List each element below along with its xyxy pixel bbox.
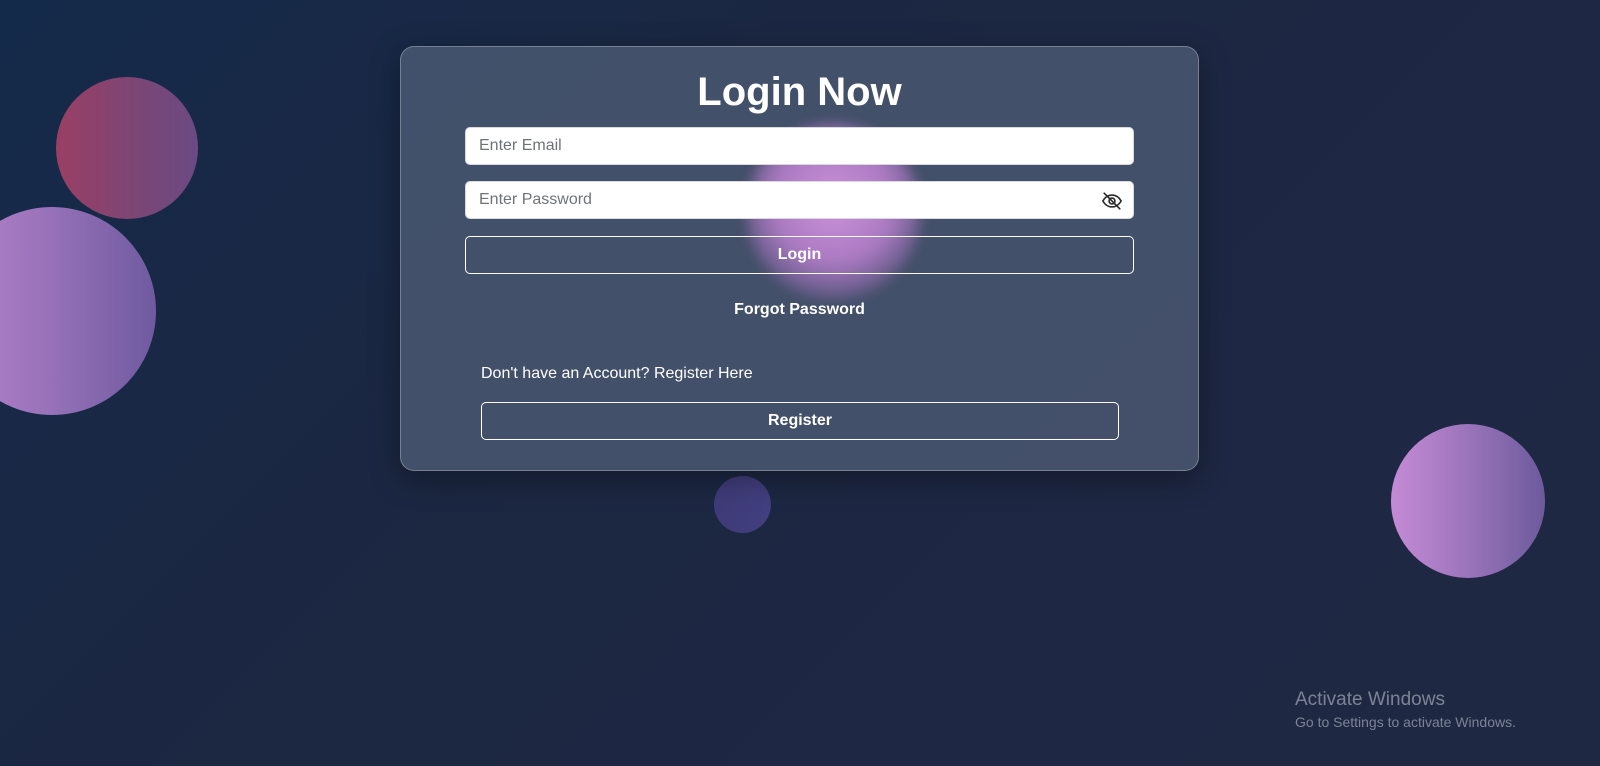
page-title: Login Now (697, 70, 902, 114)
login-button[interactable]: Login (465, 236, 1134, 274)
login-card: Login Now Login Forgot Password Don't ha… (400, 46, 1199, 471)
email-field-container (465, 127, 1134, 165)
watermark-subtitle: Go to Settings to activate Windows. (1295, 714, 1516, 730)
watermark-title: Activate Windows (1295, 689, 1445, 710)
decorative-circle-right (1391, 424, 1545, 578)
password-field[interactable] (466, 182, 1133, 218)
activate-windows-watermark: Activate Windows Go to Settings to activ… (1295, 688, 1516, 732)
email-field[interactable] (466, 128, 1133, 164)
forgot-password-link[interactable]: Forgot Password (401, 301, 1198, 319)
register-button[interactable]: Register (481, 402, 1119, 440)
eye-off-icon[interactable] (1101, 190, 1123, 212)
decorative-circle-small (714, 476, 771, 533)
decorative-circle-left (0, 207, 156, 415)
decorative-circle-red (56, 77, 198, 219)
register-prompt: Don't have an Account? Register Here (481, 365, 753, 382)
password-field-container (465, 181, 1134, 219)
